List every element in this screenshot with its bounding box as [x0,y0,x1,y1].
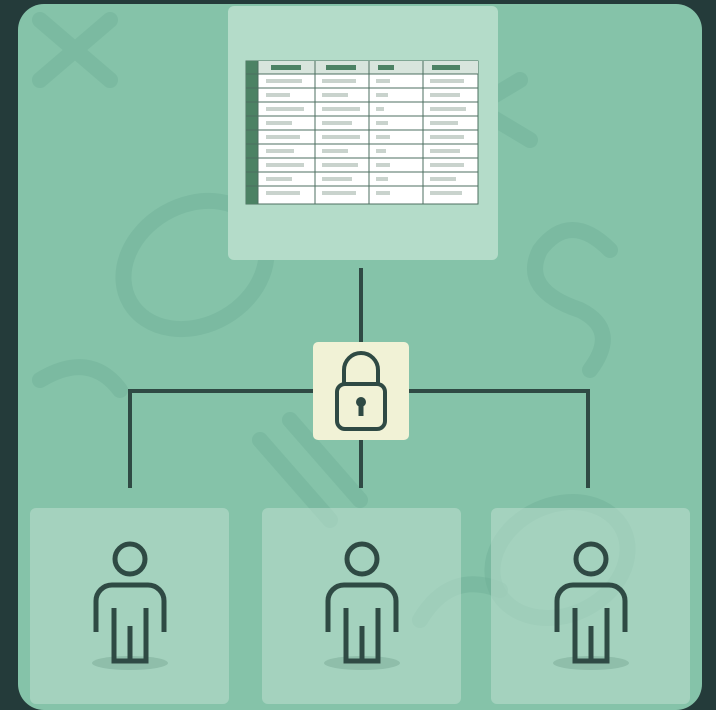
person-icon [553,541,629,670]
user-card-2 [262,508,461,704]
padlock-icon [335,351,387,431]
user-card-1 [30,508,229,704]
lock-box [313,342,409,440]
user-card-3 [491,508,690,704]
person-icon [92,541,168,670]
person-icon [324,541,400,670]
